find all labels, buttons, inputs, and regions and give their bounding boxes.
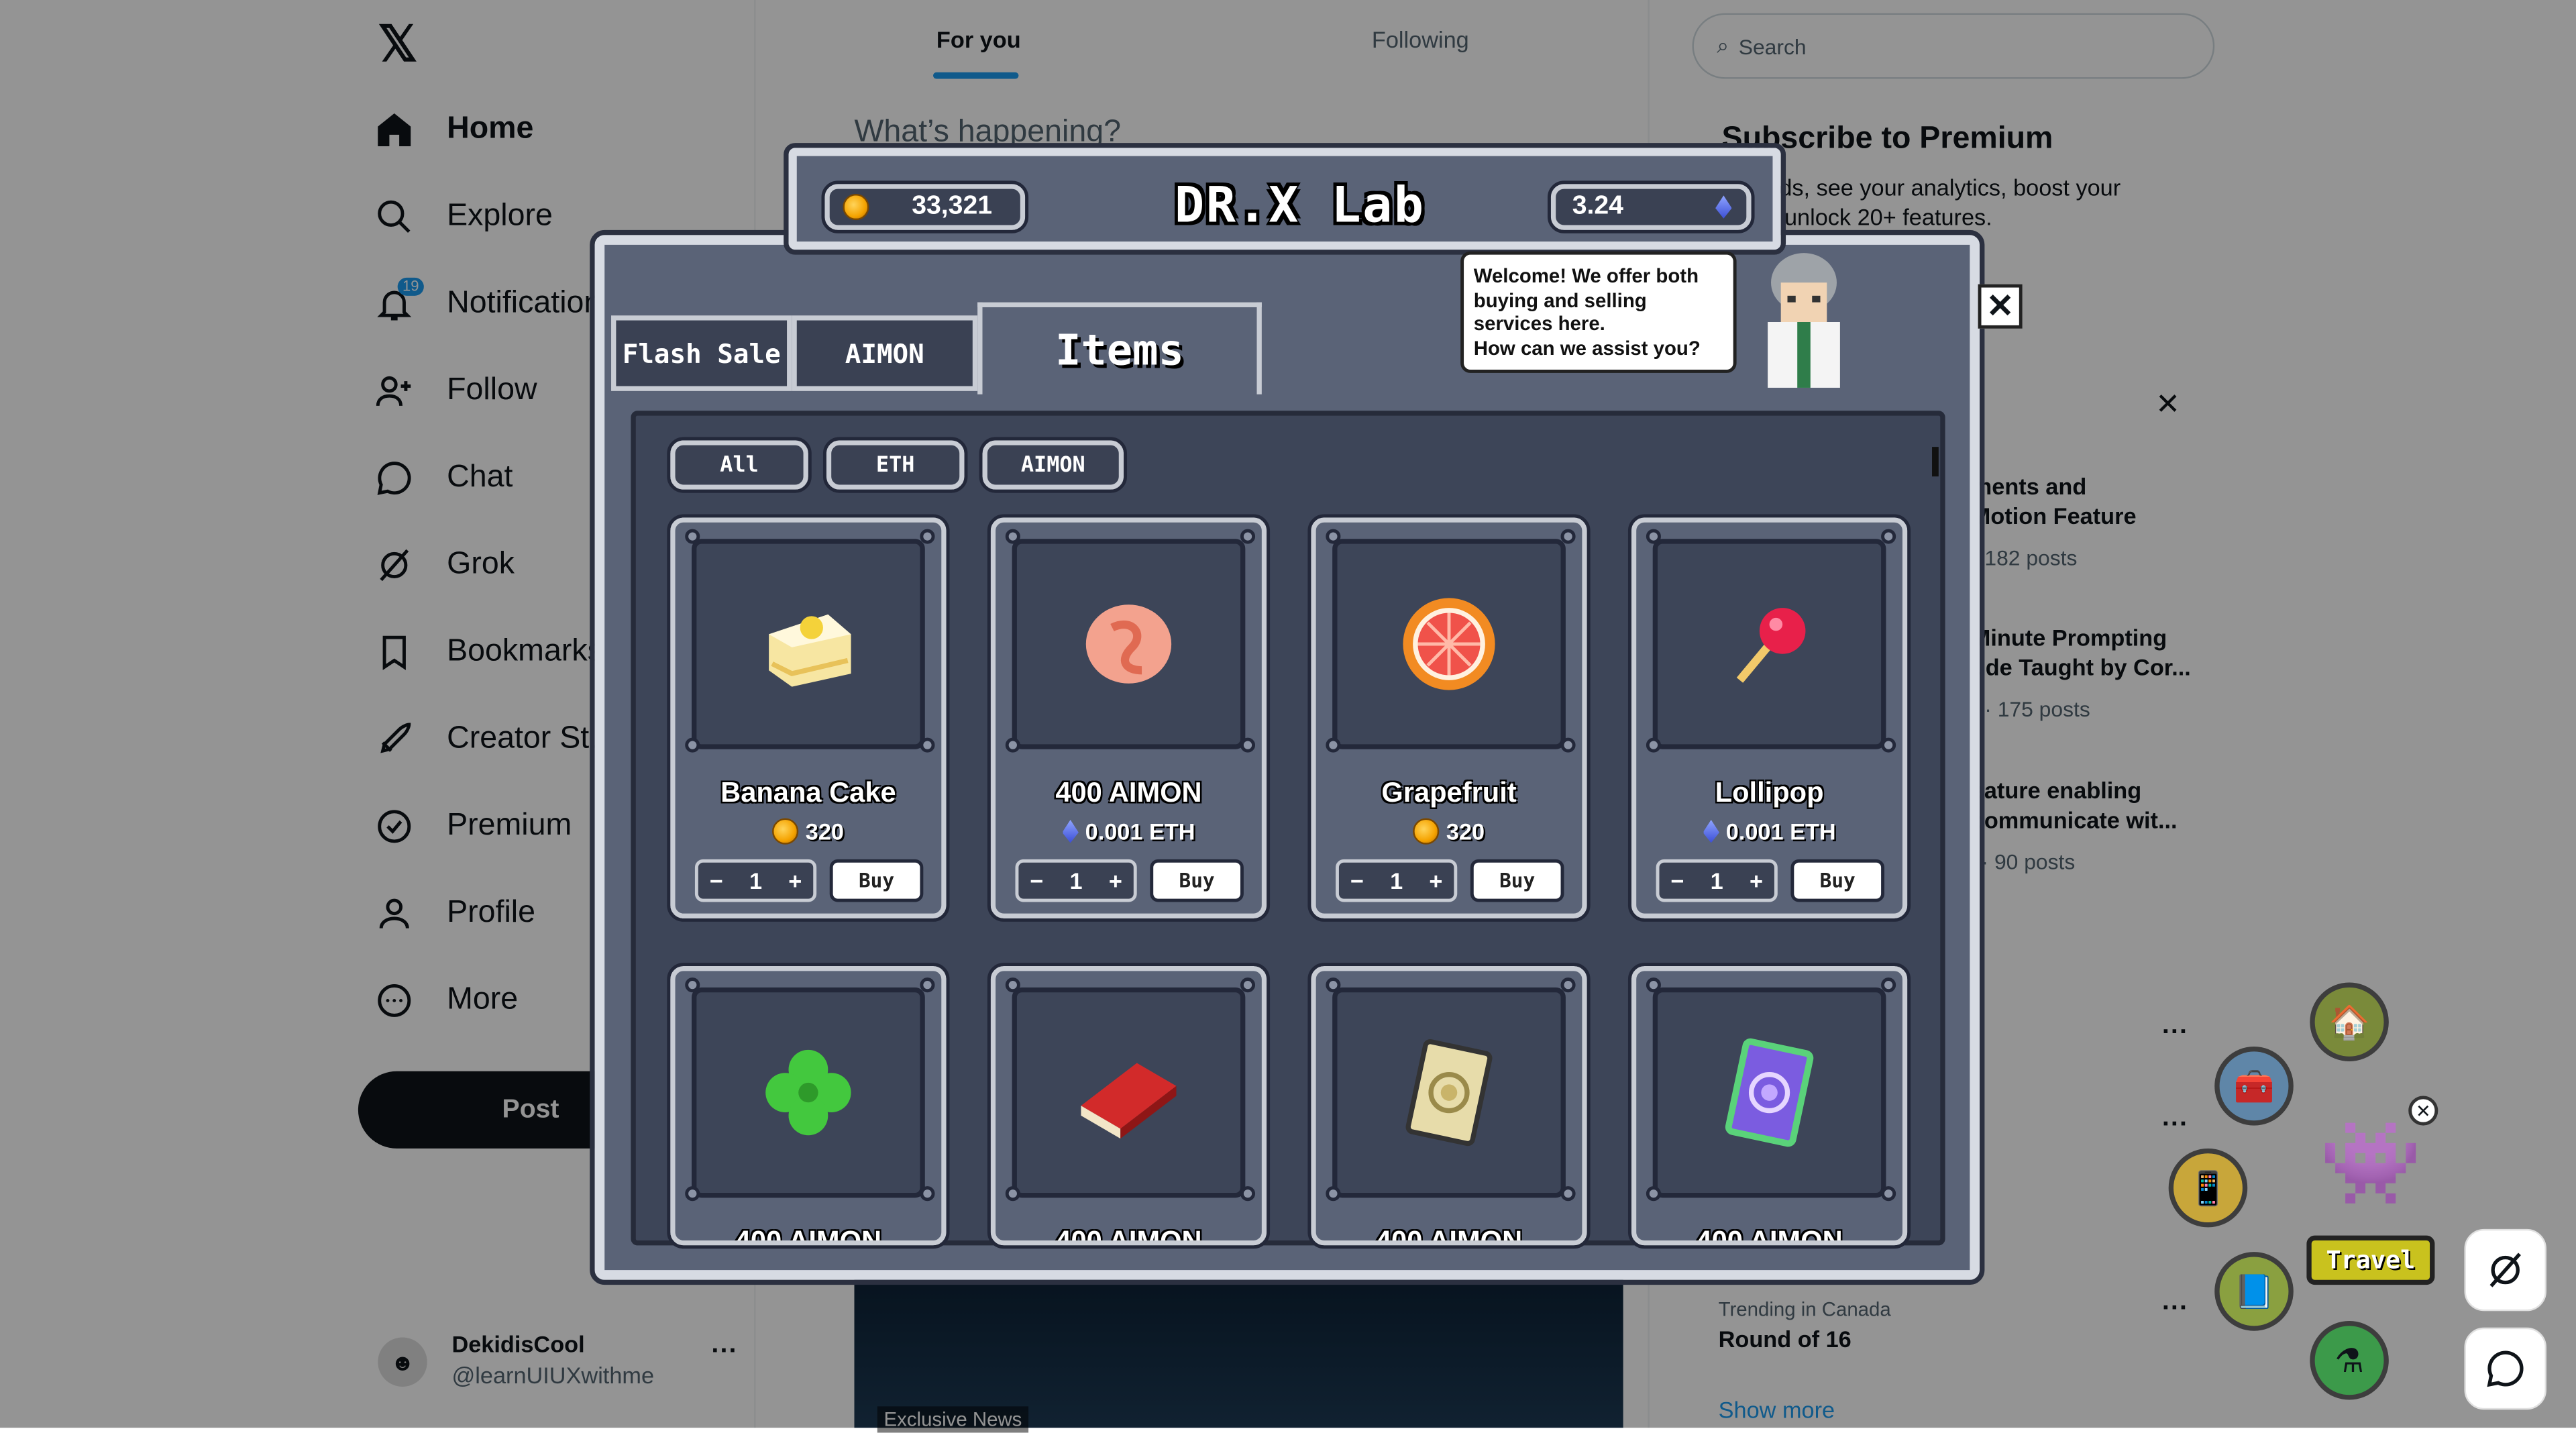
item-price: 320 <box>1316 818 1582 845</box>
item-image <box>1332 539 1566 749</box>
grapefruit-icon <box>1403 598 1495 690</box>
quantity-stepper: −1 + <box>1656 859 1778 902</box>
quantity-stepper: −1 + <box>694 859 817 902</box>
filter-all[interactable]: All <box>667 437 812 493</box>
buy-button[interactable]: Buy <box>1150 859 1244 902</box>
speech-line: services here. <box>1473 312 1605 335</box>
item-price: 320 <box>676 818 942 845</box>
speech-line: Welcome! We offer both <box>1473 264 1699 288</box>
quantity-stepper: −1 + <box>1015 859 1137 902</box>
item-image <box>692 987 925 1198</box>
item-card[interactable]: 400 AIMON <box>1307 963 1591 1249</box>
buy-button[interactable]: Buy <box>1790 859 1885 902</box>
red-book-icon <box>1081 1063 1177 1139</box>
item-name: Banana Cake <box>720 777 896 808</box>
item-name: 400 AIMON <box>1055 777 1202 808</box>
messages-icon[interactable] <box>2464 1327 2546 1410</box>
tab-aimon[interactable]: AIMON <box>792 315 978 391</box>
item-card[interactable]: Grapefruit 320 −1 + Buy <box>1307 514 1591 922</box>
npc-speech-bubble: Welcome! We offer both buying and sellin… <box>1460 251 1737 373</box>
buy-button[interactable]: Buy <box>1470 859 1564 902</box>
grok-icon[interactable] <box>2464 1228 2546 1312</box>
item-name: 400 AIMON <box>1055 1225 1202 1246</box>
speech-line: buying and selling <box>1473 288 1647 312</box>
lollipop-icon <box>1736 608 1806 683</box>
eth-icon <box>1703 820 1719 843</box>
potion-icon[interactable]: ⚗ <box>2310 1320 2389 1400</box>
eth-amount: 3.24 <box>1572 192 1623 221</box>
eth-balance: 3.24 <box>1547 180 1755 233</box>
item-name: 400 AIMON <box>1375 1225 1523 1246</box>
scrollbar[interactable] <box>1932 447 1939 477</box>
npc-scientist-icon <box>1752 246 1857 388</box>
coin-icon <box>1413 818 1440 845</box>
close-modal-button[interactable]: ✕ <box>1978 284 2023 329</box>
item-card[interactable]: 400 AIMON <box>1627 963 1911 1249</box>
phone-icon[interactable]: 📱 <box>2168 1148 2248 1228</box>
item-image <box>1012 539 1246 749</box>
eth-icon <box>1715 195 1732 219</box>
item-image <box>1012 987 1246 1198</box>
plus-button[interactable]: + <box>1738 867 1774 894</box>
quantity-value[interactable]: 1 <box>1058 867 1094 894</box>
plus-button[interactable]: + <box>777 867 813 894</box>
travel-button[interactable]: Travel <box>2306 1235 2435 1285</box>
item-price: 0.001 ETH <box>996 818 1262 845</box>
item-price: 0.001 ETH <box>1636 818 1902 845</box>
book-icon[interactable]: 📘 <box>2214 1252 2294 1331</box>
banana-cake-icon <box>769 614 851 687</box>
minus-button[interactable]: − <box>1018 867 1055 894</box>
minus-button[interactable]: − <box>1339 867 1375 894</box>
gold-card-icon <box>1405 1039 1493 1147</box>
item-card[interactable]: Banana Cake 320 −1 + Buy <box>667 514 950 922</box>
purple-card-icon <box>1725 1038 1814 1147</box>
minus-button[interactable]: − <box>698 867 735 894</box>
eth-icon <box>1062 820 1079 843</box>
item-card[interactable]: Lollipop 0.001 ETH −1 + Buy <box>1627 514 1911 922</box>
minus-button[interactable]: − <box>1659 867 1695 894</box>
coin-icon <box>772 818 799 845</box>
plus-button[interactable]: + <box>1417 867 1454 894</box>
shrimp-ball-icon <box>1085 604 1172 684</box>
tab-items[interactable]: Items <box>977 302 1262 394</box>
filter-aimon[interactable]: AIMON <box>979 437 1128 493</box>
quantity-value[interactable]: 1 <box>1699 867 1735 894</box>
item-price-value: 0.001 ETH <box>1085 818 1195 845</box>
plus-button[interactable]: + <box>1097 867 1134 894</box>
quantity-value[interactable]: 1 <box>1379 867 1415 894</box>
item-image <box>1332 987 1566 1198</box>
item-name: Grapefruit <box>1381 777 1517 808</box>
quantity-value[interactable]: 1 <box>738 867 774 894</box>
item-price-value: 320 <box>1446 818 1485 845</box>
close-icon[interactable]: ✕ <box>2408 1096 2438 1126</box>
buy-button[interactable]: Buy <box>829 859 924 902</box>
item-image <box>1652 539 1886 749</box>
house-icon[interactable]: 🏠 <box>2310 982 2389 1062</box>
coin-amount: 33,321 <box>912 192 993 221</box>
item-price-value: 0.001 ETH <box>1725 818 1836 845</box>
speech-line: How can we assist you? <box>1473 335 1701 360</box>
item-price-value: 320 <box>805 818 844 845</box>
clover-icon <box>765 1049 851 1136</box>
coin-balance: 33,321 <box>821 180 1029 233</box>
lab-title: DR.X Lab <box>1175 177 1426 235</box>
item-image <box>692 539 925 749</box>
item-name: 400 AIMON <box>735 1225 882 1246</box>
item-name: Lollipop <box>1715 777 1824 808</box>
item-card[interactable]: 400 AIMON <box>667 963 950 1249</box>
coin-icon <box>843 193 869 221</box>
quantity-stepper: −1 + <box>1336 859 1458 902</box>
filter-eth[interactable]: ETH <box>822 437 968 493</box>
item-card[interactable]: 400 AIMON <box>987 963 1271 1249</box>
pet-monster-icon[interactable]: 👾 <box>2316 1104 2425 1222</box>
chest-icon[interactable]: 🧰 <box>2214 1047 2294 1126</box>
item-name: 400 AIMON <box>1696 1225 1843 1246</box>
item-card[interactable]: 400 AIMON 0.001 ETH −1 + Buy <box>987 514 1271 922</box>
tab-flash-sale[interactable]: Flash Sale <box>611 315 792 391</box>
item-image <box>1652 987 1886 1198</box>
